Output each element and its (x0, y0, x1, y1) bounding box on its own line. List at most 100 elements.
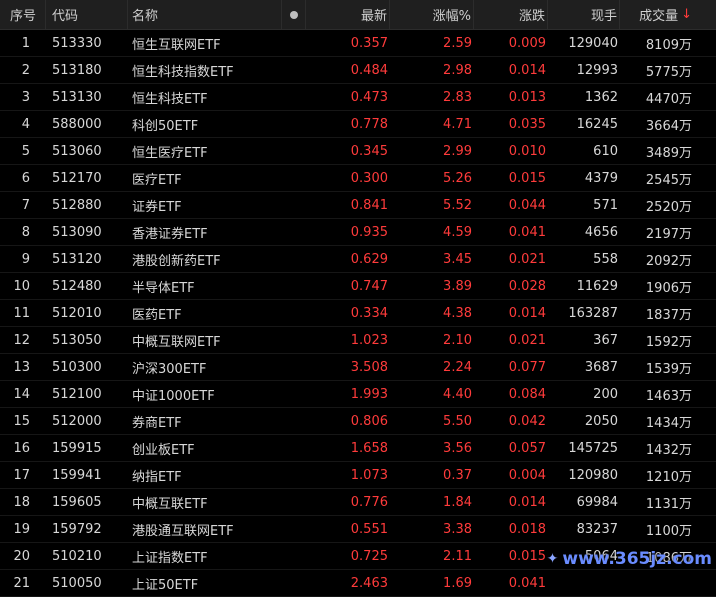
cell-vol: 367 (593, 332, 618, 348)
table-row[interactable]: 3 513130 恒生科技ETF 0.473 2.83 0.013 1362 4470万 (0, 84, 716, 111)
cell-vol: 129040 (568, 35, 618, 51)
table-row[interactable]: 5 513060 恒生医疗ETF 0.345 2.99 0.010 610 3489万 (0, 138, 716, 165)
table-row[interactable]: 1 513330 恒生互联网ETF 0.357 2.59 0.009 129040 8109万 (0, 30, 716, 57)
cell-name: 中概互联网ETF (132, 334, 221, 350)
table-row[interactable]: 9 513120 港股创新药ETF 0.629 3.45 0.021 558 2092万 (0, 246, 716, 273)
table-row[interactable]: 8 513090 香港证券ETF 0.935 4.59 0.041 4656 2197万 (0, 219, 716, 246)
cell-last: 0.806 (350, 413, 388, 429)
header-amount[interactable]: 成交量 ↓ (620, 0, 696, 29)
cell-index: 15 (13, 413, 30, 429)
cell-code: 510050 (52, 575, 102, 591)
header-pct[interactable]: 涨幅% (390, 0, 474, 29)
header-index[interactable]: 序号 (0, 0, 46, 29)
cell-last: 0.747 (350, 278, 388, 294)
header-code[interactable]: 代码 (46, 0, 128, 29)
cell-index: 7 (21, 197, 30, 213)
cell-pct: 4.38 (443, 305, 472, 321)
cell-pct: 2.11 (443, 548, 472, 564)
table-row[interactable]: 6 512170 医疗ETF 0.300 5.26 0.015 4379 2545万 (0, 165, 716, 192)
cell-code: 512880 (52, 197, 102, 213)
cell-index: 9 (21, 251, 30, 267)
cell-vol: 2050 (584, 413, 618, 429)
cell-chg: 0.044 (508, 197, 546, 213)
cell-chg: 0.084 (508, 386, 546, 402)
table-row[interactable]: 21 510050 上证50ETF 2.463 1.69 0.041 (0, 570, 716, 597)
cell-code: 513050 (52, 332, 102, 348)
cell-chg: 0.010 (508, 143, 546, 159)
table-row[interactable]: 13 510300 沪深300ETF 3.508 2.24 0.077 3687 1539万 (0, 354, 716, 381)
table-row[interactable]: 11 512010 医药ETF 0.334 4.38 0.014 163287 1837万 (0, 300, 716, 327)
cell-vol: 12993 (576, 62, 618, 78)
cell-index: 8 (21, 224, 30, 240)
cell-code: 513130 (52, 89, 102, 105)
table-row[interactable]: 2 513180 恒生科技指数ETF 0.484 2.98 0.014 12993 5775万 (0, 57, 716, 84)
cell-vol: 4656 (584, 224, 618, 240)
header-name[interactable]: 名称 (128, 0, 282, 29)
cell-chg: 0.057 (508, 440, 546, 456)
cell-last: 3.508 (350, 359, 388, 375)
cell-name: 港股创新药ETF (132, 253, 221, 269)
cell-last: 0.345 (350, 143, 388, 159)
dot-icon (289, 10, 298, 19)
table-row[interactable]: 15 512000 券商ETF 0.806 5.50 0.042 2050 1434万 (0, 408, 716, 435)
cell-vol: 4379 (584, 170, 618, 186)
cell-last: 0.484 (350, 62, 388, 78)
cell-chg: 0.014 (508, 494, 546, 510)
cell-chg: 0.009 (508, 35, 546, 51)
cell-last: 2.463 (350, 575, 388, 591)
cell-code: 512100 (52, 386, 102, 402)
table-header: 序号 代码 名称 最新 涨幅% 涨跌 现手 成交量 ↓ (0, 0, 716, 30)
cell-index: 3 (21, 89, 30, 105)
cell-chg: 0.015 (508, 548, 546, 564)
table-row[interactable]: 18 159605 中概互联ETF 0.776 1.84 0.014 69984 1131万 (0, 489, 716, 516)
table-row[interactable]: 4 588000 科创50ETF 0.778 4.71 0.035 16245 3664万 (0, 111, 716, 138)
table-row[interactable]: 19 159792 港股通互联网ETF 0.551 3.38 0.018 83237 1100… (0, 516, 716, 543)
cell-pct: 2.10 (443, 332, 472, 348)
cell-name: 港股通互联网ETF (132, 523, 234, 539)
cell-index: 14 (13, 386, 30, 402)
cell-amount: 2545万 (645, 172, 692, 188)
cell-last: 0.334 (350, 305, 388, 321)
watermark-logo-icon: ✦ (546, 551, 559, 567)
cell-code: 512000 (52, 413, 102, 429)
header-vol[interactable]: 现手 (548, 0, 620, 29)
table-row[interactable]: 17 159941 纳指ETF 1.073 0.37 0.004 120980 1210万 (0, 462, 716, 489)
cell-pct: 1.69 (443, 575, 472, 591)
cell-code: 512010 (52, 305, 102, 321)
cell-name: 沪深300ETF (132, 361, 207, 377)
table-row[interactable]: 16 159915 创业板ETF 1.658 3.56 0.057 145725 1432万 (0, 435, 716, 462)
cell-amount: 1592万 (645, 334, 692, 350)
table-row[interactable]: 14 512100 中证1000ETF 1.993 4.40 0.084 200 1463万 (0, 381, 716, 408)
table-row[interactable]: 10 512480 半导体ETF 0.747 3.89 0.028 11629 1906万 (0, 273, 716, 300)
cell-vol: 120980 (568, 467, 618, 483)
table-row[interactable]: 12 513050 中概互联网ETF 1.023 2.10 0.021 367 1592万 (0, 327, 716, 354)
cell-last: 0.841 (350, 197, 388, 213)
cell-vol: 571 (593, 197, 618, 213)
cell-chg: 0.014 (508, 305, 546, 321)
cell-last: 1.993 (350, 386, 388, 402)
table-row[interactable]: 7 512880 证券ETF 0.841 5.52 0.044 571 2520万 (0, 192, 716, 219)
cell-index: 10 (13, 278, 30, 294)
cell-vol: 558 (593, 251, 618, 267)
cell-index: 13 (13, 359, 30, 375)
cell-last: 1.023 (350, 332, 388, 348)
cell-amount: 2092万 (645, 253, 692, 269)
cell-index: 20 (13, 548, 30, 564)
quote-table: 序号 代码 名称 最新 涨幅% 涨跌 现手 成交量 ↓ 1 513330 恒生互联网E… (0, 0, 716, 597)
cell-name: 券商ETF (132, 415, 182, 431)
cell-name: 医疗ETF (132, 172, 182, 188)
cell-chg: 0.021 (508, 251, 546, 267)
header-dot[interactable] (282, 0, 306, 29)
cell-name: 科创50ETF (132, 118, 199, 134)
cell-pct: 2.99 (443, 143, 472, 159)
cell-amount: 1432万 (645, 442, 692, 458)
header-chg[interactable]: 涨跌 (474, 0, 548, 29)
header-last[interactable]: 最新 (306, 0, 390, 29)
cell-last: 0.725 (350, 548, 388, 564)
watermark-text: www.365jz.com (562, 549, 712, 569)
cell-index: 4 (21, 116, 30, 132)
cell-last: 1.658 (350, 440, 388, 456)
cell-vol: 145725 (568, 440, 618, 456)
cell-pct: 3.89 (443, 278, 472, 294)
cell-index: 11 (13, 305, 30, 321)
